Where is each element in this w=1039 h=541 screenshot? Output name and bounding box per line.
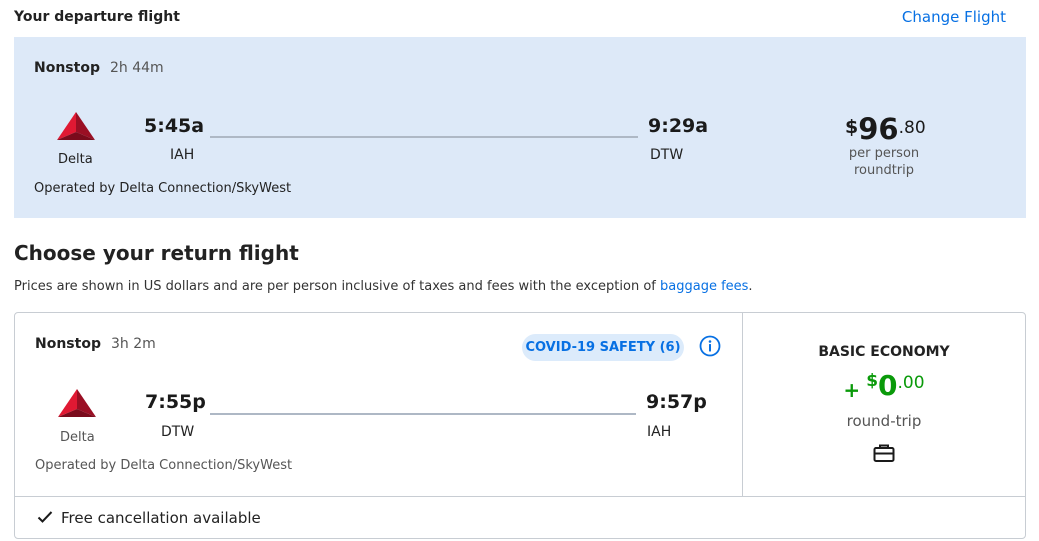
baggage-icon (873, 444, 895, 462)
return-duration: 3h 2m (111, 336, 156, 352)
fare-trip-type: round-trip (846, 412, 922, 430)
departure-section-title: Your departure flight (14, 9, 180, 25)
departure-route-line (210, 136, 638, 138)
fare-price: + $0.00 (743, 369, 1025, 402)
fare-plus-sign: + (843, 378, 861, 402)
return-operated-by: Operated by Delta Connection/SkyWest (35, 458, 293, 473)
baggage-fees-link[interactable]: baggage fees (660, 279, 748, 294)
departure-price-currency: $ (845, 116, 859, 138)
fare-class-label: BASIC ECONOMY (818, 344, 950, 360)
free-cancellation-text: Free cancellation available (61, 509, 261, 527)
return-arrive-airport: IAH (647, 424, 672, 440)
departure-arrive-airport: DTW (650, 147, 684, 163)
info-icon[interactable] (699, 335, 721, 357)
return-arrive-time: 9:57p (646, 391, 707, 413)
delta-logo-icon (58, 389, 96, 417)
check-icon (37, 511, 53, 523)
return-flight-card[interactable]: Nonstop 3h 2m COVID-19 SAFETY (6) Delta … (14, 312, 1026, 539)
return-depart-airport: DTW (161, 424, 195, 440)
prices-note-suffix: . (748, 279, 753, 294)
change-flight-link[interactable]: Change Flight (902, 8, 1006, 26)
card-vertical-divider (742, 313, 743, 496)
fare-whole: 0 (878, 369, 898, 402)
departure-depart-time: 5:45a (144, 115, 205, 137)
departure-arrive-time: 9:29a (648, 115, 709, 137)
departure-operated-by: Operated by Delta Connection/SkyWest (34, 181, 292, 196)
departure-depart-airport: IAH (170, 147, 195, 163)
departure-price-whole: 96 (858, 112, 899, 146)
departure-flight-card: Nonstop 2h 44m Delta 5:45a IAH 9:29a DTW… (14, 37, 1026, 218)
return-stops: Nonstop (35, 336, 101, 352)
return-section-title: Choose your return flight (14, 241, 299, 265)
roundtrip-label: roundtrip (853, 163, 915, 178)
departure-price-cents: .80 (898, 118, 926, 138)
prices-note-text: Prices are shown in US dollars and are p… (14, 279, 660, 294)
return-depart-time: 7:55p (145, 391, 206, 413)
fare-currency: $ (866, 371, 879, 391)
departure-header: Your departure flight Change Flight (14, 8, 1025, 28)
per-person-label: per person (848, 146, 920, 161)
fare-cents: .00 (897, 373, 925, 393)
return-route-line (210, 413, 636, 415)
return-airline-name: Delta (60, 430, 95, 445)
card-horizontal-divider (15, 496, 1025, 497)
departure-stops: Nonstop (34, 60, 100, 76)
prices-note: Prices are shown in US dollars and are p… (14, 279, 753, 294)
departure-price: $96.80 (845, 112, 926, 146)
departure-price-caption: per person roundtrip (834, 145, 934, 179)
departure-duration: 2h 44m (110, 60, 164, 76)
departure-airline-name: Delta (58, 152, 93, 167)
delta-logo-icon (57, 112, 95, 140)
covid-safety-badge[interactable]: COVID-19 SAFETY (6) (522, 334, 684, 361)
